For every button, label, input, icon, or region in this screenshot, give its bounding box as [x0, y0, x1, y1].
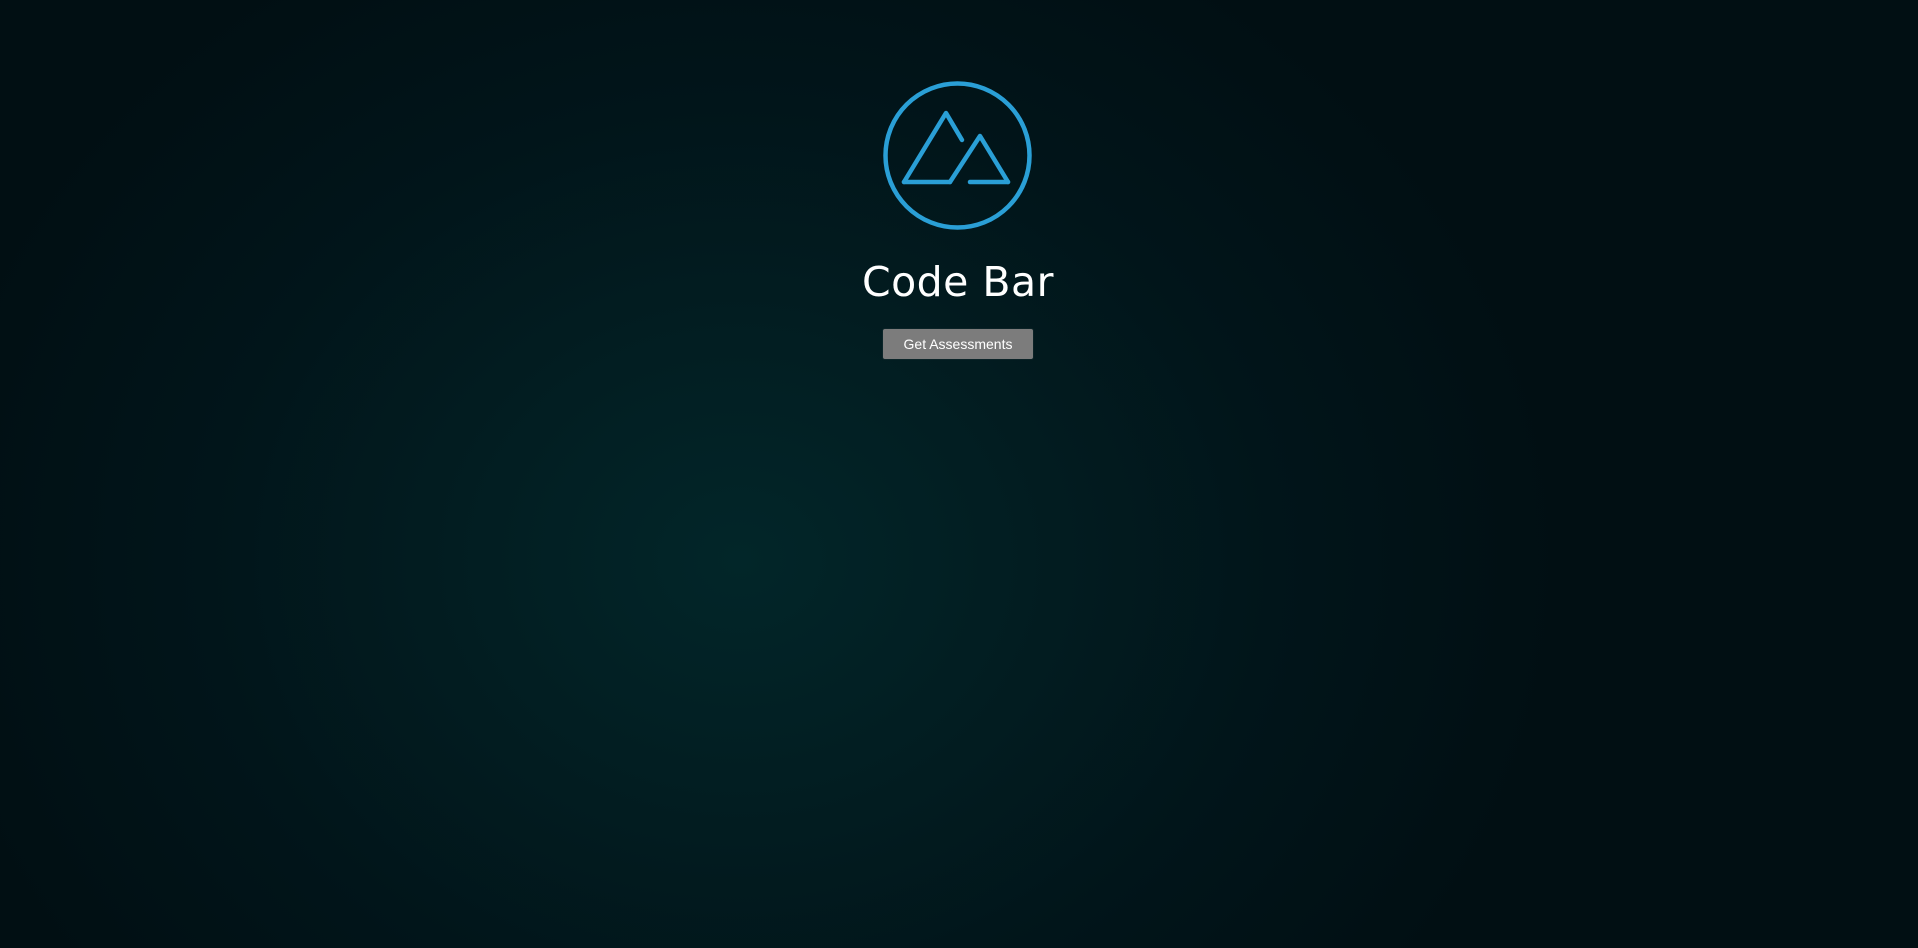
app-title: Code Bar	[861, 258, 1055, 306]
landing-page: Code Bar Get Assessments	[0, 0, 1918, 948]
mountain-logo-icon	[882, 80, 1033, 231]
get-assessments-button[interactable]: Get Assessments	[883, 329, 1033, 359]
